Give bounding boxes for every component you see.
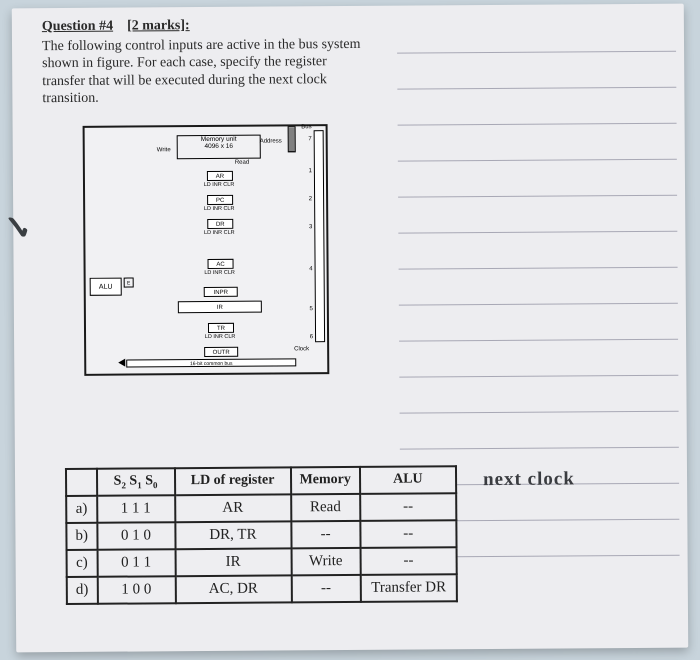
row-letter: b)	[66, 523, 97, 550]
cell-ld: AR	[175, 494, 291, 522]
check-icon: ✓	[3, 208, 32, 248]
table-row: a) 1 1 1 AR Read --	[66, 493, 456, 523]
cell-alu: Transfer DR	[361, 574, 457, 602]
bus-label: Bus	[301, 124, 311, 130]
write-label: Write	[157, 147, 171, 153]
bus-num: 6	[310, 334, 313, 340]
table-row: b) 0 1 0 DR, TR -- --	[66, 520, 456, 550]
reg-inpr: INPR	[204, 287, 238, 297]
header-ld: LD of register	[174, 467, 290, 495]
question-number: Question #4	[42, 19, 113, 34]
corner-cell	[66, 469, 97, 496]
cell-ld: AC, DR	[175, 575, 291, 603]
row-letter: d)	[67, 577, 98, 604]
ctrl-label: LD INR CLR	[177, 182, 261, 189]
header-select: S2 S1 S0	[96, 468, 174, 495]
reg-outr: OUTR	[204, 347, 238, 357]
reg-dr: DR	[207, 219, 233, 229]
ctrl-label: LD INR CLR	[177, 230, 261, 237]
table-row: d) 1 0 0 AC, DR -- Transfer DR	[67, 574, 457, 604]
bus-strip	[314, 130, 325, 342]
cell-select: 0 1 0	[97, 522, 175, 550]
ctrl-label: LD INR CLR	[178, 334, 262, 341]
question-body: The following control inputs are active …	[42, 35, 362, 107]
row-letter: a)	[66, 496, 97, 523]
ctrl-label: LD INR CLR	[177, 206, 261, 213]
arrow-icon	[118, 359, 125, 367]
bus-num: 1	[309, 168, 312, 174]
cell-alu: --	[360, 493, 456, 521]
mux-icon	[288, 126, 296, 152]
page-photo: Question #4 [2 marks]: The following con…	[12, 4, 688, 653]
read-label: Read	[235, 160, 249, 166]
cell-select: 0 1 1	[97, 549, 175, 577]
header-alu: ALU	[360, 466, 456, 493]
bus-num: 5	[310, 306, 313, 312]
cell-ld: IR	[175, 548, 291, 576]
cell-memory: --	[291, 575, 360, 602]
table-row: c) 0 1 1 IR Write --	[67, 547, 457, 577]
bus-system-diagram: Bus 7 1 2 3 4 5 6 Memory unit 4096 x 16 …	[83, 124, 330, 376]
e-register: E	[124, 278, 134, 288]
cell-memory: --	[291, 521, 360, 548]
handwritten-note: next clock	[483, 468, 575, 491]
reg-tr: TR	[208, 323, 234, 333]
question-header: Question #4 [2 marks]: The following con…	[42, 16, 363, 108]
common-bus-label: 16-bit common bus	[126, 358, 296, 367]
ctrl-label: LD INR CLR	[178, 270, 262, 277]
cell-ld: DR, TR	[175, 521, 291, 549]
memory-line2: 4096 x 16	[178, 143, 260, 151]
reg-ir: IR	[178, 301, 262, 314]
bus-num: 2	[309, 196, 312, 202]
alu-block: ALU	[90, 278, 122, 296]
cell-memory: Read	[291, 494, 360, 521]
question-marks: [2 marks]:	[127, 18, 190, 33]
cell-select: 1 1 1	[97, 495, 175, 523]
bus-num: 7	[308, 136, 311, 142]
reg-ar: AR	[207, 171, 233, 181]
reg-ac: AC	[208, 259, 234, 269]
cell-alu: --	[360, 520, 456, 548]
address-label: Address	[260, 138, 282, 144]
memory-unit: Memory unit 4096 x 16	[177, 135, 261, 160]
row-letter: c)	[67, 550, 98, 577]
answer-table: S2 S1 S0 LD of register Memory ALU a) 1 …	[65, 465, 458, 605]
clock-label: Clock	[294, 346, 309, 352]
table-header-row: S2 S1 S0 LD of register Memory ALU	[66, 466, 456, 496]
header-memory: Memory	[290, 467, 359, 494]
cell-alu: --	[360, 547, 456, 575]
reg-pc: PC	[207, 195, 233, 205]
cell-memory: Write	[291, 548, 360, 575]
cell-select: 1 0 0	[97, 576, 175, 604]
bus-num: 3	[309, 224, 312, 230]
bus-num: 4	[309, 266, 312, 272]
